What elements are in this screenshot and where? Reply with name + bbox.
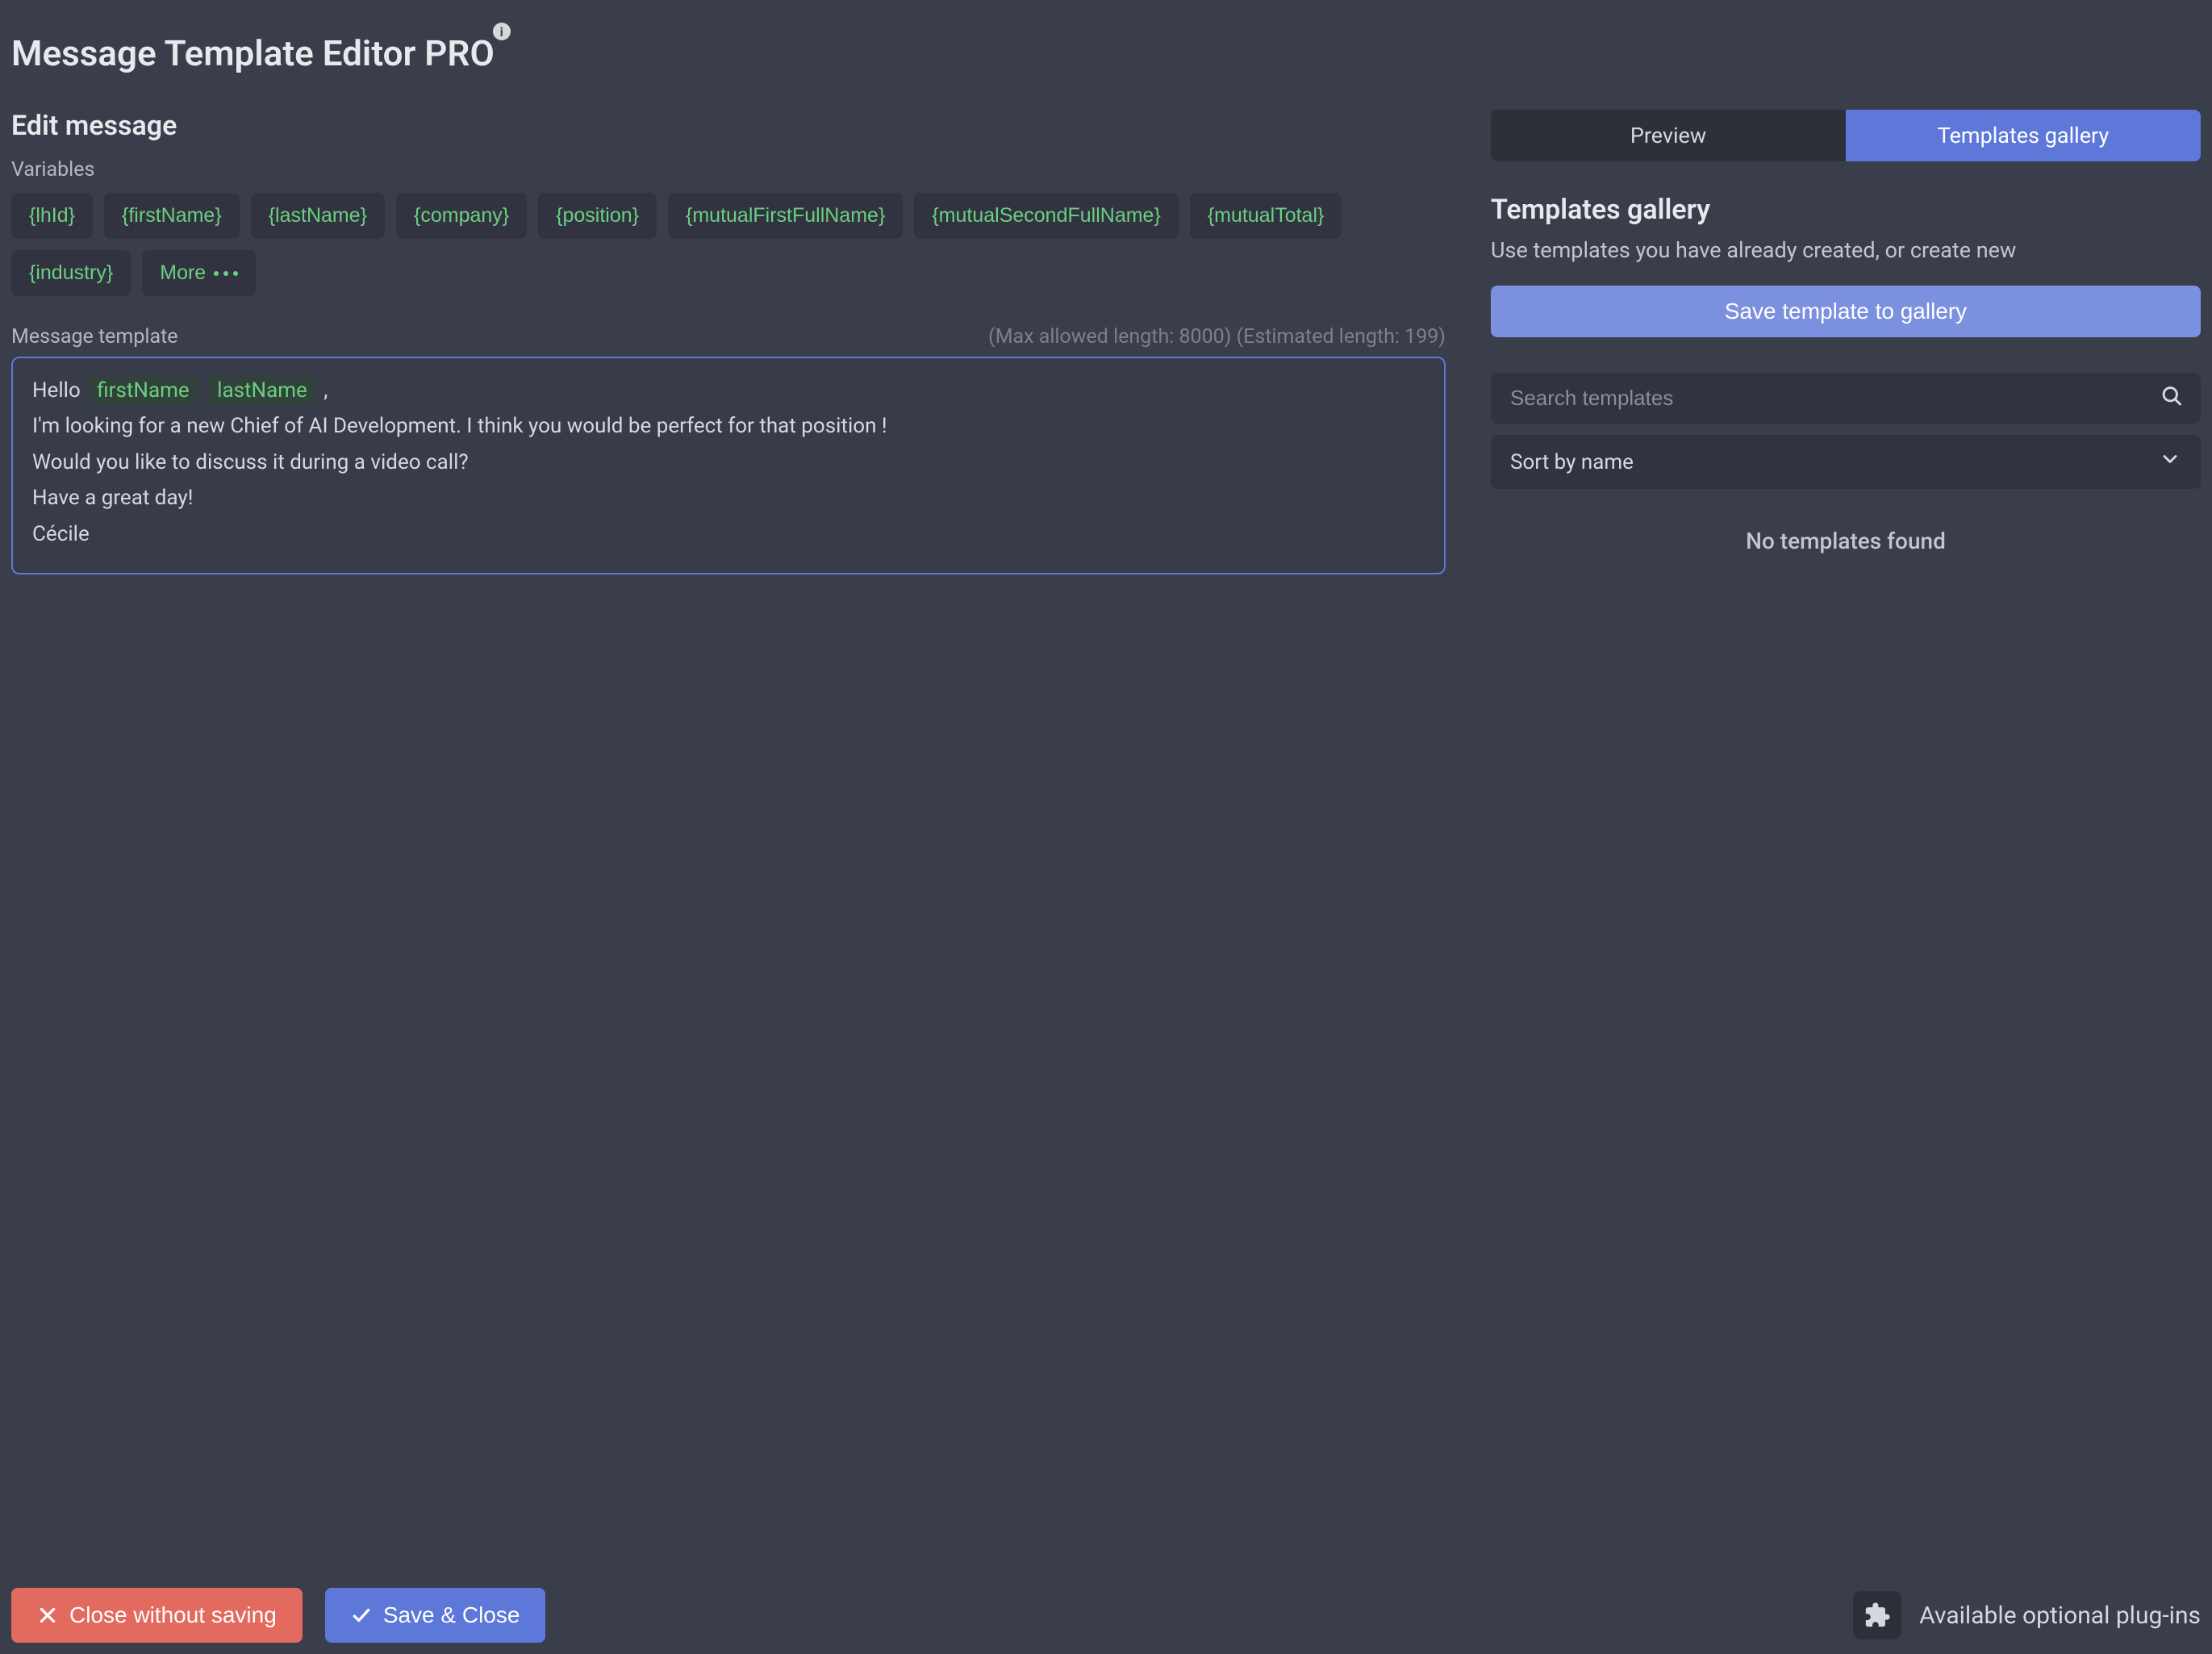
variable-chip-mutual-first[interactable]: {mutualFirstFullName}	[668, 193, 903, 239]
more-variables-button[interactable]: More	[142, 250, 256, 296]
variable-chip-lhid[interactable]: {lhId}	[11, 193, 93, 239]
chevron-down-icon	[2159, 448, 2181, 476]
variable-chip-position[interactable]: {position}	[538, 193, 657, 239]
length-stats: (Max allowed length: 8000) (Estimated le…	[988, 325, 1446, 349]
close-without-saving-button[interactable]: Close without saving	[11, 1588, 303, 1643]
plugins-label: Available optional plug-ins	[1919, 1602, 2201, 1630]
check-icon	[351, 1605, 372, 1626]
app-title: Message Template Editor PRO i	[11, 32, 495, 74]
ellipsis-icon	[214, 271, 238, 276]
var-token-lastname: lastName	[209, 377, 315, 404]
tab-templates-gallery[interactable]: Templates gallery	[1846, 110, 2201, 161]
variable-chip-mutual-second[interactable]: {mutualSecondFullName}	[914, 193, 1179, 239]
save-close-button[interactable]: Save & Close	[325, 1588, 546, 1643]
gallery-panel: Preview Templates gallery Templates gall…	[1491, 110, 2201, 574]
tabs: Preview Templates gallery	[1491, 110, 2201, 161]
info-icon[interactable]: i	[493, 23, 511, 40]
variable-chip-firstname[interactable]: {firstName}	[104, 193, 240, 239]
var-token-firstname: firstName	[89, 377, 197, 404]
editor-panel: Edit message Variables {lhId} {firstName…	[11, 110, 1446, 574]
puzzle-icon	[1853, 1591, 1901, 1639]
variable-chip-industry[interactable]: {industry}	[11, 250, 131, 296]
variable-chip-lastname[interactable]: {lastName}	[251, 193, 385, 239]
plugins-link[interactable]: Available optional plug-ins	[1853, 1591, 2201, 1639]
search-icon[interactable]	[2160, 384, 2183, 412]
no-templates-message: No templates found	[1491, 528, 2201, 554]
gallery-title: Templates gallery	[1491, 194, 2201, 226]
close-icon	[37, 1605, 58, 1626]
gallery-description: Use templates you have already created, …	[1491, 237, 2201, 263]
message-template-label: Message template	[11, 325, 178, 349]
search-templates-input[interactable]	[1491, 373, 2201, 424]
header: Message Template Editor PRO i	[0, 0, 2212, 74]
sort-select[interactable]: Sort by name	[1491, 435, 2201, 489]
variable-chip-mutual-total[interactable]: {mutualTotal}	[1190, 193, 1342, 239]
variable-chip-company[interactable]: {company}	[396, 193, 527, 239]
edit-message-title: Edit message	[11, 110, 1446, 142]
save-template-button[interactable]: Save template to gallery	[1491, 286, 2201, 337]
footer: Close without saving Save & Close Availa…	[11, 1588, 2201, 1643]
tab-preview[interactable]: Preview	[1491, 110, 1846, 161]
variables-label: Variables	[11, 158, 1446, 182]
message-template-editor[interactable]: Hello firstName lastName , I'm looking f…	[11, 357, 1446, 574]
variables-row: {lhId} {firstName} {lastName} {company} …	[11, 193, 1446, 296]
